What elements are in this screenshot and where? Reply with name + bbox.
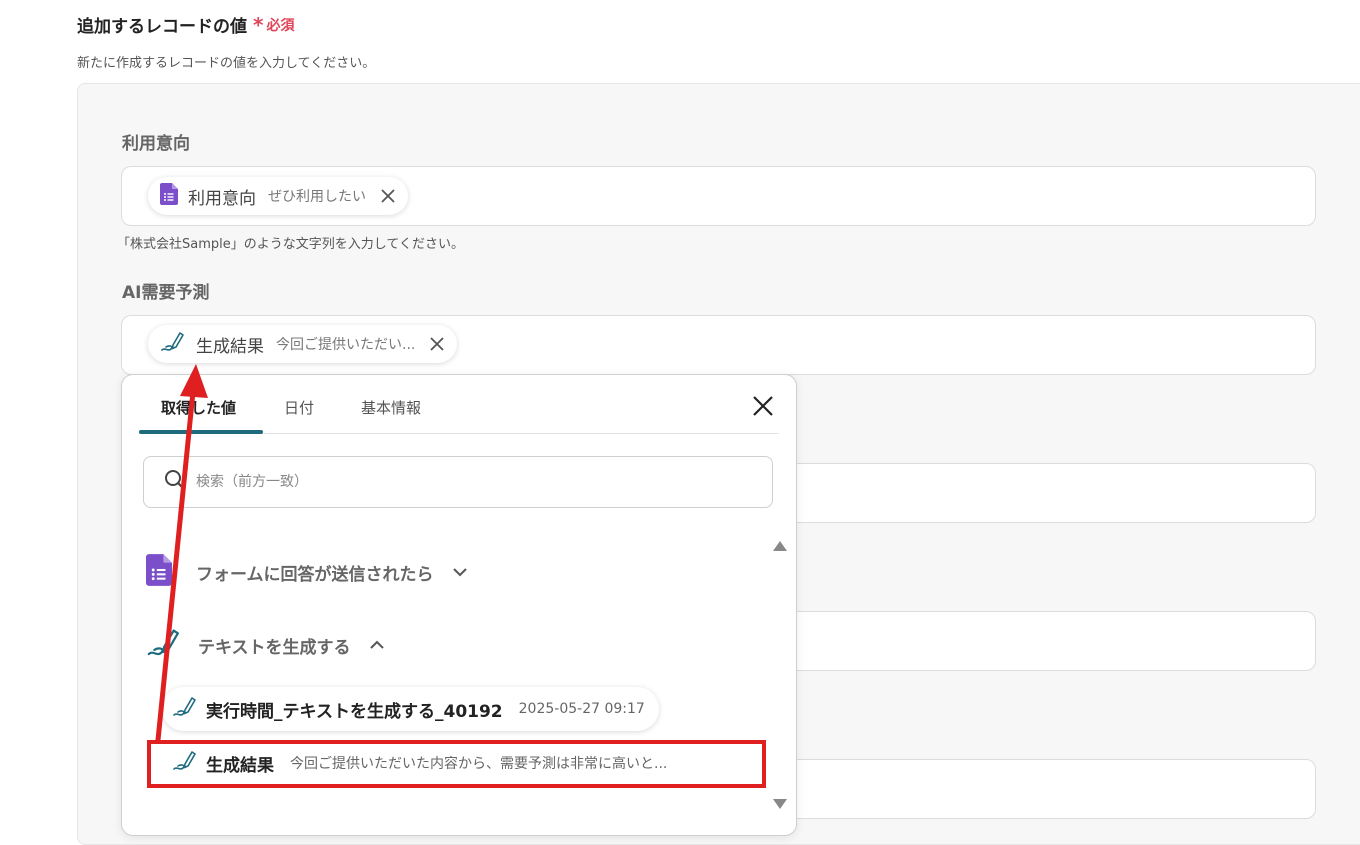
search-box	[143, 456, 773, 508]
field-label-ai-forecast: AI需要予測	[122, 283, 210, 303]
list-item-execution-time[interactable]: 実行時間_テキストを生成する_40192 2025-05-27 09:17	[162, 687, 659, 731]
chip-name: 生成結果	[196, 336, 264, 357]
ai-forecast-value-chip[interactable]: 生成結果 今回ご提供いただい...	[148, 325, 458, 363]
field-label-usage-intent: 利用意向	[122, 134, 190, 154]
scroll-up-arrow-icon[interactable]	[772, 537, 788, 556]
usage-intent-value-chip[interactable]: 利用意向 ぜひ利用したい	[148, 177, 408, 215]
google-forms-icon	[146, 553, 172, 591]
tab-date[interactable]: 日付	[284, 397, 314, 418]
remove-chip-close-icon[interactable]	[429, 336, 445, 352]
tab-basic-info[interactable]: 基本情報	[361, 397, 421, 418]
remove-chip-close-icon[interactable]	[380, 188, 396, 204]
required-label: 必須	[266, 17, 295, 34]
section-title-text: 追加するレコードの値	[77, 17, 247, 37]
chip-value: ぜひ利用したい	[268, 189, 366, 205]
required-badge: * 必須	[253, 15, 294, 35]
popup-close-icon[interactable]	[752, 395, 774, 421]
group-generate-text[interactable]: テキストを生成する	[146, 625, 385, 665]
highlight-box-annotation	[147, 740, 766, 788]
chip-name: 利用意向	[188, 188, 256, 209]
tab-fetched-values[interactable]: 取得した値	[161, 397, 236, 418]
field-hint: 「株式会社Sample」のような文字列を入力してください。	[117, 237, 464, 252]
group-label: テキストを生成する	[198, 637, 351, 658]
chip-value: 今回ご提供いただい...	[276, 337, 416, 353]
group-label: フォームに回答が送信されたら	[196, 564, 434, 585]
chevron-down-icon	[452, 567, 468, 577]
section-description: 新たに作成するレコードの値を入力してください。	[77, 56, 376, 71]
search-icon	[164, 469, 186, 495]
active-tab-indicator	[139, 430, 263, 434]
ai-pen-icon	[172, 695, 198, 723]
required-star: *	[253, 12, 264, 37]
item-name: 実行時間_テキストを生成する_40192	[206, 701, 503, 722]
section-title: 追加するレコードの値 * 必須	[77, 12, 294, 38]
group-form-submitted[interactable]: フォームに回答が送信されたら	[146, 553, 468, 591]
chevron-up-icon	[369, 640, 385, 650]
popup-tabs: 取得した値 日付 基本情報	[139, 375, 779, 434]
ai-pen-icon	[146, 625, 182, 665]
scroll-down-arrow-icon[interactable]	[772, 795, 788, 814]
search-input[interactable]	[194, 473, 738, 491]
ai-pen-icon	[160, 330, 186, 358]
google-forms-icon	[160, 183, 178, 209]
item-value: 2025-05-27 09:17	[518, 701, 645, 717]
